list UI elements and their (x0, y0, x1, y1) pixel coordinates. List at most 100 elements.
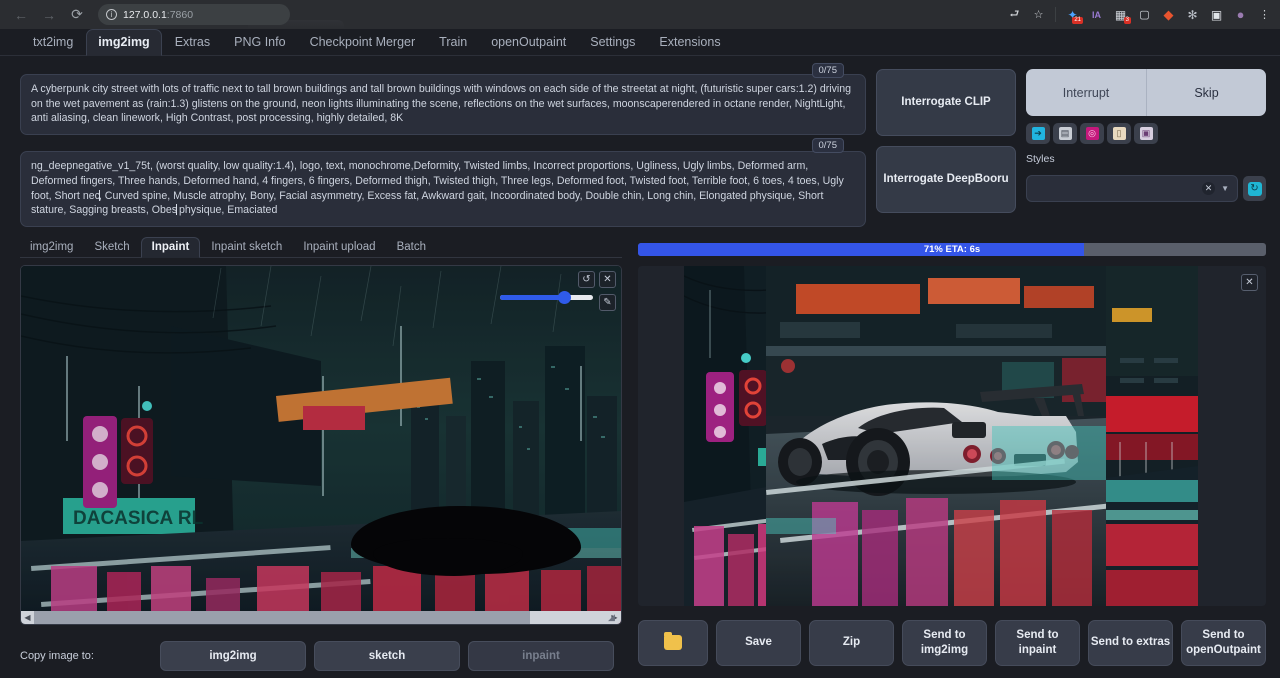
site-info-icon[interactable]: i (106, 9, 117, 20)
extension-badge-2: 3 (1124, 17, 1131, 24)
tab-train[interactable]: Train (428, 30, 478, 55)
mode-tab-inpaint-sketch[interactable]: Inpaint sketch (201, 238, 292, 257)
progress-bar-label: 71% ETA: 6s (638, 243, 1266, 256)
send-to-inpaint-button[interactable]: Send to inpaint (995, 620, 1080, 666)
copy-to-img2img-button[interactable]: img2img (160, 641, 306, 671)
prompt-column: 0/75 A cyberpunk city street with lots o… (20, 64, 866, 227)
close-x-icon[interactable]: ✕ (599, 271, 616, 288)
undo-icon[interactable]: ↺ (578, 271, 595, 288)
negative-prompt-text-c: physique, Emaciated (176, 204, 277, 216)
slider-fill (500, 295, 564, 300)
paste-arrow-icon[interactable]: ➔ (1026, 123, 1050, 144)
copy-image-row: Copy image to: img2img sketch inpaint (20, 641, 622, 671)
interrogate-clip-button[interactable]: Interrogate CLIP (876, 69, 1016, 136)
star-icon[interactable]: ☆ (1027, 3, 1050, 26)
browser-chrome: ← → ⟳ i 127.0.0.1:7860 ⮐ ☆ ✦ 21 IA ▦ 3 ▢… (0, 0, 1280, 29)
forward-arrow-icon[interactable]: → (36, 3, 62, 27)
clear-x-icon[interactable]: ✕ (1202, 182, 1215, 195)
mode-tab-inpaint[interactable]: Inpaint (141, 237, 201, 258)
send-to-openoutpaint-button[interactable]: Send to openOutpaint (1181, 620, 1266, 666)
styles-label: Styles (1026, 153, 1266, 165)
main-tab-bar: txt2img img2img Extras PNG Info Checkpoi… (0, 29, 1280, 56)
canvas-toolbar-row: ↺ ✕ (578, 271, 616, 288)
copy-image-label: Copy image to: (20, 650, 160, 662)
interrupt-button[interactable]: Interrupt (1026, 69, 1146, 116)
trash-icon[interactable]: ▤ (1053, 123, 1077, 144)
positive-prompt-text: A cyberpunk city street with lots of tra… (31, 83, 851, 124)
tab-png-info[interactable]: PNG Info (223, 30, 296, 55)
result-image-3-art (1106, 266, 1198, 606)
styles-dropdown[interactable]: ✕ ▼ (1026, 175, 1238, 202)
brush-icon[interactable]: ✎ (599, 294, 616, 311)
apply-style-icon[interactable]: ▣ (1134, 123, 1158, 144)
image-editor-pane: img2img Sketch Inpaint Inpaint sketch In… (20, 236, 622, 675)
result-action-buttons: Save Zip Send to img2img Send to inpaint… (638, 620, 1266, 666)
folder-icon (664, 635, 682, 650)
url-host: 127.0.0.1 (123, 9, 167, 21)
tab-img2img[interactable]: img2img (86, 29, 161, 56)
generate-column: Interrupt Skip ➔ ▤ ◎ ▯ ▣ Styles ✕ ▼ (1026, 69, 1266, 227)
clipboard-icon[interactable]: ▯ (1107, 123, 1131, 144)
resize-grip-icon[interactable]: ◢ (608, 612, 620, 624)
result-image-2-art (766, 266, 1106, 606)
extensions-puzzle-icon[interactable]: ✻ (1181, 3, 1204, 26)
reload-icon[interactable]: ⟳ (64, 3, 90, 27)
results-pane: 71% ETA: 6s ✕ (638, 236, 1266, 675)
open-folder-button[interactable] (638, 620, 708, 666)
positive-prompt-input[interactable]: A cyberpunk city street with lots of tra… (20, 74, 866, 135)
styles-row: ✕ ▼ ↻ (1026, 175, 1266, 202)
negative-prompt-input[interactable]: ng_deepnegative_v1_75t, (worst quality, … (20, 151, 866, 227)
extension-icon-square[interactable]: ▣ (1205, 3, 1228, 26)
tab-extras[interactable]: Extras (164, 30, 221, 55)
extension-icon-color[interactable]: ◆ (1157, 3, 1180, 26)
refresh-styles-button[interactable]: ↻ (1243, 176, 1266, 201)
close-x-icon[interactable]: ✕ (1241, 274, 1258, 291)
extension-icon-3[interactable]: ▦ 3 (1109, 3, 1132, 26)
progress-bar: 71% ETA: 6s (638, 243, 1266, 256)
send-to-img2img-button[interactable]: Send to img2img (902, 620, 987, 666)
extension-badge-1: 21 (1072, 17, 1083, 24)
tab-openoutpaint[interactable]: openOutpaint (480, 30, 577, 55)
result-image-2[interactable] (766, 266, 1106, 606)
tab-settings[interactable]: Settings (579, 30, 646, 55)
profile-avatar[interactable]: ● (1229, 3, 1252, 26)
chevron-down-icon[interactable]: ▼ (1221, 184, 1229, 193)
scrollbar-thumb[interactable] (34, 611, 530, 624)
mode-tab-batch[interactable]: Batch (387, 238, 436, 257)
share-icon[interactable]: ⮐ (1003, 3, 1026, 26)
slider-knob[interactable] (558, 291, 571, 304)
result-image-3[interactable] (1106, 266, 1198, 606)
mode-tab-inpaint-upload[interactable]: Inpaint upload (293, 238, 385, 257)
copy-to-sketch-button[interactable]: sketch (314, 641, 460, 671)
extension-icon-ia[interactable]: IA (1085, 3, 1108, 26)
canvas-horizontal-scrollbar[interactable]: ◀ ▶ (21, 611, 621, 624)
mode-tab-img2img[interactable]: img2img (20, 238, 83, 257)
generation-controls: Interrogate CLIP Interrogate DeepBooru I… (876, 64, 1266, 227)
interrupt-skip-row: Interrupt Skip (1026, 69, 1266, 116)
interrogate-column: Interrogate CLIP Interrogate DeepBooru (876, 69, 1016, 227)
kebab-menu-icon[interactable]: ⋮ (1253, 3, 1276, 26)
send-to-extras-button[interactable]: Send to extras (1088, 620, 1173, 666)
address-bar[interactable]: i 127.0.0.1:7860 (98, 4, 290, 25)
tab-checkpoint-merger[interactable]: Checkpoint Merger (299, 30, 427, 55)
interrogate-deepbooru-button[interactable]: Interrogate DeepBooru (876, 146, 1016, 213)
mode-tab-sketch[interactable]: Sketch (84, 238, 139, 257)
back-arrow-icon[interactable]: ← (8, 3, 34, 27)
scrollbar-track-right[interactable] (530, 611, 608, 624)
skip-button[interactable]: Skip (1146, 69, 1266, 116)
extension-icon-notion[interactable]: ▢ (1133, 3, 1156, 26)
extension-icon-1[interactable]: ✦ 21 (1061, 3, 1084, 26)
inpaint-canvas[interactable]: DACASICA RL (20, 265, 622, 625)
negative-token-counter: 0/75 (812, 138, 845, 153)
brush-size-slider[interactable] (500, 295, 593, 300)
copy-to-inpaint-button[interactable]: inpaint (468, 641, 614, 671)
save-button[interactable]: Save (716, 620, 801, 666)
generation-params-icon[interactable]: ◎ (1080, 123, 1104, 144)
scroll-left-arrow-icon[interactable]: ◀ (21, 613, 34, 622)
prompt-tool-row: ➔ ▤ ◎ ▯ ▣ (1026, 123, 1266, 144)
tab-extensions[interactable]: Extensions (648, 30, 731, 55)
zip-button[interactable]: Zip (809, 620, 894, 666)
result-gallery[interactable]: ✕ (638, 266, 1266, 606)
refresh-icon: ↻ (1248, 182, 1262, 196)
tab-txt2img[interactable]: txt2img (22, 30, 84, 55)
